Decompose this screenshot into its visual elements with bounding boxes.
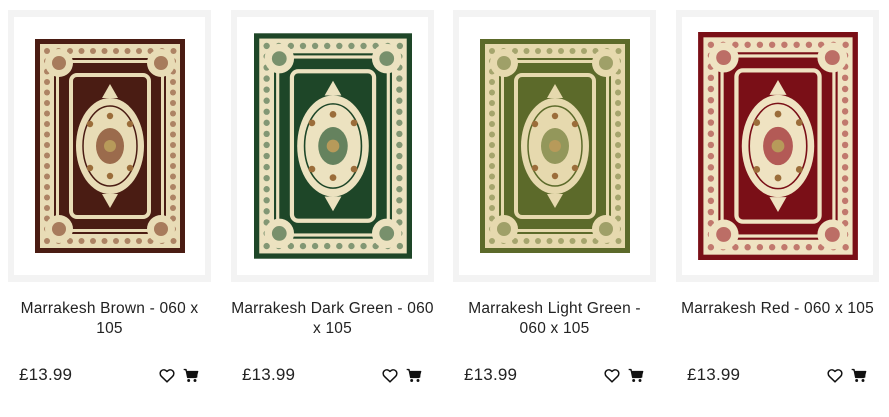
cart-icon[interactable] [627,367,644,384]
product-image-frame[interactable] [8,10,211,282]
product-image-frame[interactable] [453,10,656,282]
product-image[interactable] [34,39,185,253]
heart-icon[interactable] [381,367,398,384]
heart-icon[interactable] [826,367,843,384]
product-title[interactable]: Marrakesh Light Green - 060 x 105 [453,299,656,339]
product-image[interactable] [479,39,630,253]
heart-icon[interactable] [158,367,175,384]
product-image[interactable] [697,32,858,260]
product-card: Marrakesh Brown - 060 x 105 £13.99 [8,10,211,410]
product-price: £13.99 [687,365,741,384]
heart-icon[interactable] [603,367,620,384]
product-card: Marrakesh Light Green - 060 x 105 £13.99 [453,10,656,410]
product-title[interactable]: Marrakesh Red - 060 x 105 [676,299,879,319]
product-image-frame[interactable] [676,10,879,282]
product-price: £13.99 [464,365,518,384]
cart-icon[interactable] [850,367,867,384]
product-image[interactable] [253,33,412,259]
product-grid: Marrakesh Brown - 060 x 105 £13.99 Marra… [0,0,889,417]
cart-icon[interactable] [405,367,422,384]
product-title[interactable]: Marrakesh Brown - 060 x 105 [8,299,211,339]
product-image-frame[interactable] [231,10,434,282]
product-title[interactable]: Marrakesh Dark Green - 060 x 105 [231,299,434,339]
product-price: £13.99 [242,365,296,384]
product-price: £13.99 [19,365,73,384]
cart-icon[interactable] [182,367,199,384]
product-card: Marrakesh Red - 060 x 105 £13.99 [676,10,879,410]
product-card: Marrakesh Dark Green - 060 x 105 £13.99 [231,10,434,410]
